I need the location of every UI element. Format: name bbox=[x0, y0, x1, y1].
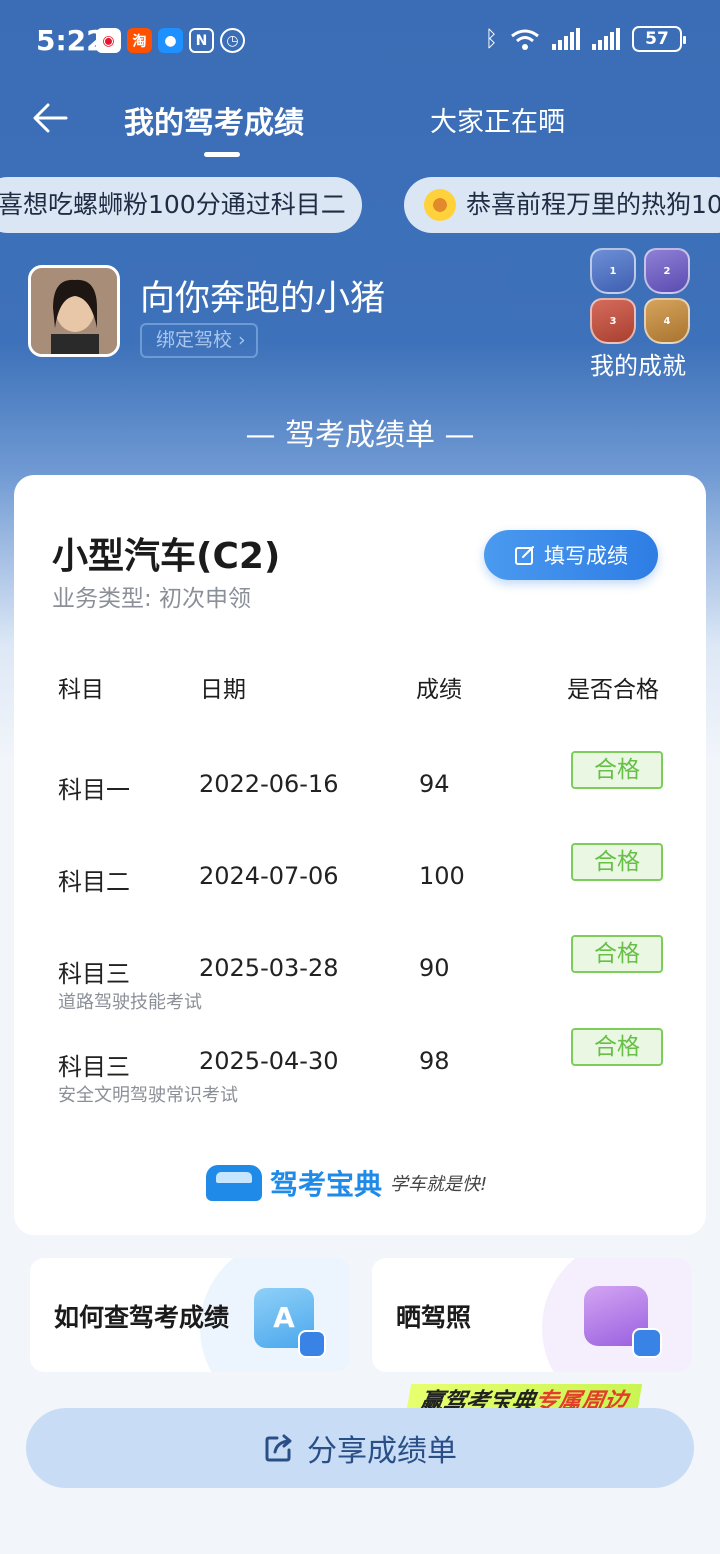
table-row: 科目二 2024-07-06 100 合格 bbox=[14, 843, 706, 942]
brand-slogan: 学车就是快! bbox=[390, 1174, 488, 1195]
pass-badge: 合格 bbox=[571, 843, 663, 881]
signal-2-icon bbox=[592, 28, 620, 50]
row-score: 98 bbox=[419, 1047, 450, 1075]
brand-footer: 驾考宝典 学车就是快! bbox=[206, 1163, 487, 1203]
share-score-sheet-button[interactable]: 分享成绩单 bbox=[26, 1408, 694, 1488]
pass-badge: 合格 bbox=[571, 1028, 663, 1066]
table-row: 科目三 2025-04-30 98 合格 安全文明驾驶常识考试 bbox=[14, 1028, 706, 1127]
avatar[interactable] bbox=[28, 265, 120, 357]
nfc-icon: N bbox=[189, 28, 214, 53]
congrats-ticker: 喜想吃螺蛳粉100分通过科目二 恭喜前程万里的热狗10 bbox=[0, 177, 720, 233]
bluetooth-icon: ᛒ bbox=[484, 26, 498, 52]
badge-subject-1-icon: 1 bbox=[590, 248, 636, 294]
status-bar: 5:22 ◉ 淘 ● N ◷ ᛒ 57 bbox=[0, 0, 720, 84]
ticker-item: 喜想吃螺蛳粉100分通过科目二 bbox=[0, 177, 362, 233]
system-indicators: ᛒ 57 bbox=[484, 26, 686, 52]
score-sheet-title: — 驾考成绩单 — bbox=[245, 418, 475, 453]
row-date: 2022-06-16 bbox=[199, 770, 339, 798]
edit-icon bbox=[515, 546, 534, 565]
badge-subject-2-icon: 2 bbox=[644, 248, 690, 294]
col-header-subject: 科目 bbox=[58, 677, 104, 703]
top-nav: 我的驾考成绩 大家正在晒 bbox=[0, 90, 720, 160]
business-type: 业务类型: 初次申领 bbox=[52, 586, 252, 612]
row-score: 100 bbox=[419, 862, 465, 890]
ticker-item-text: 恭喜前程万里的热狗10 bbox=[466, 190, 720, 219]
tab-everyone-sharing[interactable]: 大家正在晒 bbox=[430, 100, 565, 139]
row-score: 90 bbox=[419, 954, 450, 982]
avatar-image bbox=[31, 268, 117, 354]
bind-school-label: 绑定驾校 bbox=[156, 329, 233, 351]
col-header-pass: 是否合格 bbox=[567, 677, 659, 703]
col-header-score: 成绩 bbox=[416, 677, 462, 703]
table-row: 科目三 2025-03-28 90 合格 道路驾驶技能考试 bbox=[14, 935, 706, 1034]
show-license-card[interactable]: 晒驾照 bbox=[372, 1258, 692, 1372]
achievement-badges[interactable]: 1 2 3 4 bbox=[590, 248, 690, 344]
taobao-icon: 淘 bbox=[127, 28, 152, 53]
ticker-item: 恭喜前程万里的热狗10 bbox=[404, 177, 720, 233]
score-card: 小型汽车(C2) 业务类型: 初次申领 填写成绩 科目 日期 成绩 是否合格 科… bbox=[14, 475, 706, 1235]
alarm-icon: ◷ bbox=[220, 28, 245, 53]
badge-subject-3-icon: 3 bbox=[590, 298, 636, 344]
photo-camera-icon bbox=[584, 1286, 662, 1358]
row-subject: 科目三 bbox=[58, 960, 130, 988]
table-row: 科目一 2022-06-16 94 合格 bbox=[14, 751, 706, 850]
bind-school-button[interactable]: 绑定驾校 › bbox=[140, 323, 258, 358]
row-score: 94 bbox=[419, 770, 450, 798]
how-to-check-scores-label: 如何查驾考成绩 bbox=[54, 1303, 230, 1332]
brand-name: 驾考宝典 bbox=[270, 1168, 383, 1201]
battery-icon: 57 bbox=[632, 26, 686, 52]
badge-subject-4-icon: 4 bbox=[644, 298, 690, 344]
my-achievements-label[interactable]: 我的成就 bbox=[590, 346, 686, 381]
row-note: 道路驾驶技能考试 bbox=[58, 992, 202, 1013]
row-note: 安全文明驾驶常识考试 bbox=[58, 1085, 238, 1106]
col-header-date: 日期 bbox=[200, 677, 246, 703]
row-subject: 科目三 bbox=[58, 1053, 130, 1081]
flower-icon bbox=[424, 189, 456, 221]
show-license-label: 晒驾照 bbox=[396, 1303, 472, 1332]
row-date: 2025-03-28 bbox=[199, 954, 339, 982]
back-arrow-icon[interactable] bbox=[30, 98, 70, 138]
search-document-icon: A bbox=[254, 1288, 326, 1358]
license-type: 小型汽车(C2) bbox=[52, 536, 281, 577]
username: 向你奔跑的小猪 bbox=[140, 279, 386, 319]
how-to-check-scores-card[interactable]: 如何查驾考成绩 A bbox=[30, 1258, 350, 1372]
row-date: 2024-07-06 bbox=[199, 862, 339, 890]
row-subject: 科目二 bbox=[58, 868, 130, 896]
fill-score-label: 填写成绩 bbox=[544, 544, 628, 568]
share-score-sheet-label: 分享成绩单 bbox=[307, 1434, 457, 1469]
pass-badge: 合格 bbox=[571, 935, 663, 973]
row-subject: 科目一 bbox=[58, 776, 130, 804]
active-tab-indicator bbox=[204, 152, 240, 157]
tab-my-scores[interactable]: 我的驾考成绩 bbox=[124, 98, 304, 142]
car-logo-icon bbox=[206, 1165, 262, 1201]
wifi-icon bbox=[511, 29, 539, 50]
notification-icons: ◉ 淘 ● N ◷ bbox=[96, 28, 245, 53]
share-icon bbox=[265, 1434, 292, 1462]
fill-score-button[interactable]: 填写成绩 bbox=[484, 530, 658, 580]
message-icon: ● bbox=[158, 28, 183, 53]
pass-badge: 合格 bbox=[571, 751, 663, 789]
signal-1-icon bbox=[552, 28, 580, 50]
weibo-icon: ◉ bbox=[96, 28, 121, 53]
row-date: 2025-04-30 bbox=[199, 1047, 339, 1075]
